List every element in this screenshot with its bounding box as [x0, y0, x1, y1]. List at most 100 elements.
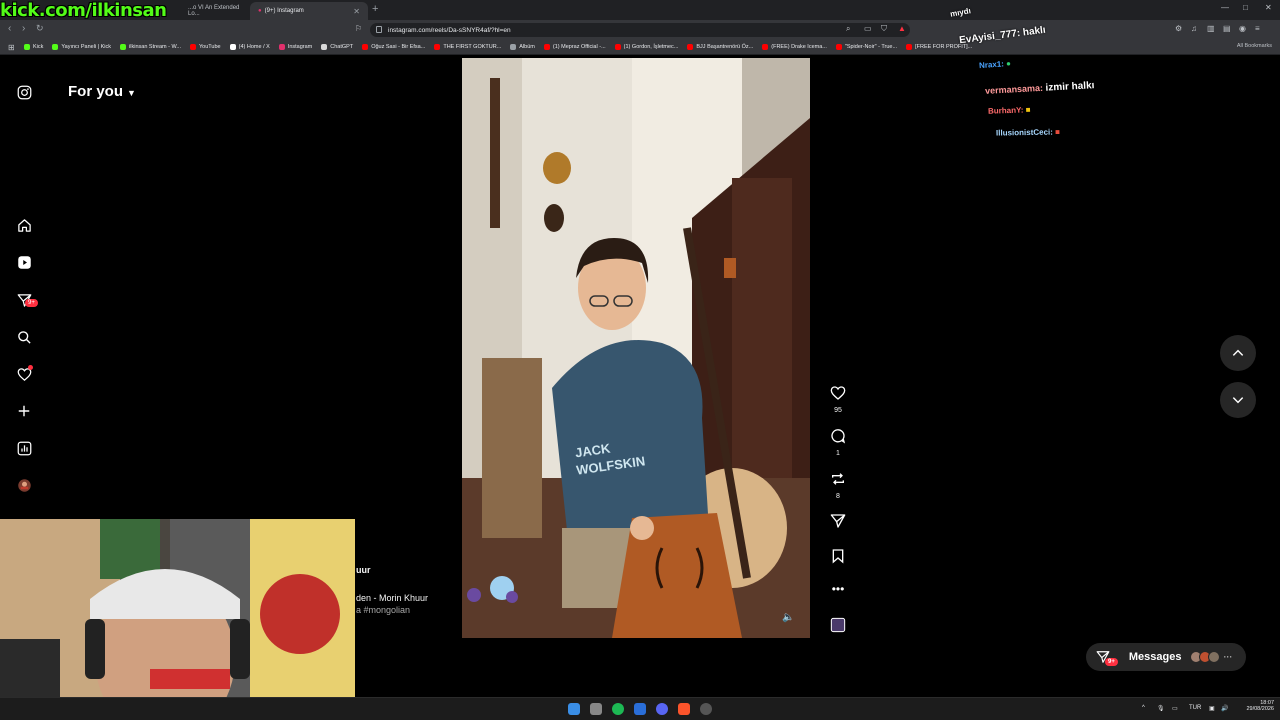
- bookmark-label: ChatGPT: [330, 44, 354, 50]
- mic-icon[interactable]: 🎙: [1157, 705, 1165, 712]
- volume-icon[interactable]: 🔊: [1221, 705, 1228, 712]
- instagram-favicon-icon: ●: [258, 8, 262, 14]
- close-tab-icon[interactable]: ✕: [353, 7, 360, 16]
- more-options-icon[interactable]: •••: [826, 582, 850, 596]
- like-count: 95: [834, 407, 842, 414]
- browser-tab-active[interactable]: ● (9+) Instagram ✕: [250, 2, 368, 20]
- bookmark-favicon-icon: [434, 44, 441, 50]
- bookmark-label: YouTube: [199, 44, 221, 50]
- audio-thumbnail[interactable]: [826, 617, 850, 638]
- bookmark-item[interactable]: (4) Home / X: [229, 44, 270, 50]
- create-icon[interactable]: [16, 403, 32, 419]
- bookmark-favicon-icon: [278, 44, 285, 50]
- home-icon[interactable]: [16, 217, 32, 233]
- clock[interactable]: 18:07 29/08/2026: [1244, 700, 1274, 712]
- heart-icon: [830, 386, 846, 400]
- comment-count: 1: [836, 450, 840, 457]
- file-explorer-icon[interactable]: [590, 703, 602, 715]
- sticker-overlay: [462, 575, 522, 605]
- chat-message: vermansama: izmir halkı: [984, 80, 1095, 96]
- discord-icon[interactable]: [656, 703, 668, 715]
- screen-icon[interactable]: ▭: [864, 24, 872, 33]
- obs-icon[interactable]: [700, 703, 712, 715]
- instagram-logo-icon[interactable]: [16, 84, 32, 100]
- bookmark-item[interactable]: (1) Gordon, İşletmec...: [614, 44, 679, 50]
- chat-message: mıydı: [949, 6, 972, 19]
- bookmark-favicon-icon: [229, 44, 236, 50]
- shield-icon[interactable]: ⛉: [881, 24, 887, 34]
- bookmark-item[interactable]: YouTube: [190, 44, 221, 50]
- tray-chevron-icon[interactable]: ^: [1142, 705, 1145, 711]
- start-icon[interactable]: [568, 703, 580, 715]
- back-icon[interactable]: ‹: [8, 23, 11, 34]
- app-icon[interactable]: [634, 703, 646, 715]
- next-reel-button[interactable]: [1220, 382, 1256, 418]
- bookmark-item[interactable]: Yayıncı Paneli | Kick: [52, 44, 111, 50]
- brave-icon[interactable]: [678, 703, 690, 715]
- previous-reel-button[interactable]: [1220, 335, 1256, 371]
- more-icon: ···: [1223, 652, 1233, 662]
- bookmark-item[interactable]: Kick: [24, 44, 43, 50]
- bookmark-item[interactable]: "Spider-Noir" - True...: [835, 44, 897, 50]
- share-button[interactable]: [826, 513, 850, 534]
- bookmark-item[interactable]: Oğuz Sasi - Bir Efsa...: [362, 44, 425, 50]
- bookmark-item[interactable]: Instagram: [278, 44, 312, 50]
- messages-button[interactable]: 9+ Messages ···: [1086, 643, 1246, 671]
- chevron-down-icon: ▼: [127, 88, 136, 98]
- reel-video[interactable]: JACK WOLFSKIN 🔈: [462, 58, 810, 638]
- messages-label: Messages: [1128, 651, 1182, 663]
- spotify-icon[interactable]: [612, 703, 624, 715]
- tab-title: ...o VI An Extended Lo...: [188, 5, 240, 17]
- bookmark-item[interactable]: (FREE) Drake Icema...: [762, 44, 827, 50]
- mute-icon[interactable]: 🔈: [782, 612, 794, 623]
- repost-count: 8: [836, 493, 840, 500]
- comment-button[interactable]: 1: [826, 428, 850, 457]
- bookmark-item[interactable]: THE FIRST GOKTUR...: [434, 44, 501, 50]
- language-indicator[interactable]: TUR: [1189, 705, 1201, 711]
- bookmark-favicon-icon: [543, 44, 550, 50]
- reload-icon[interactable]: ↻: [36, 23, 44, 34]
- lock-icon: [376, 26, 382, 33]
- bookmark-favicon-icon: [24, 44, 30, 50]
- apps-grid-icon[interactable]: ⊞: [8, 43, 15, 52]
- save-button[interactable]: [826, 548, 850, 569]
- reels-icon[interactable]: [16, 254, 32, 270]
- bookmark-favicon-icon: [362, 44, 369, 50]
- bookmark-item[interactable]: (1) Mepraz Official -...: [543, 44, 606, 50]
- bookmark-favicon-icon: [190, 44, 196, 50]
- reel-caption-title: uur: [356, 565, 371, 575]
- repost-button[interactable]: 8: [826, 471, 850, 500]
- search-icon[interactable]: [16, 329, 32, 345]
- tab-title: (9+) Instagram: [264, 8, 304, 14]
- bookmark-favicon-icon: [321, 44, 328, 50]
- like-button[interactable]: 95: [826, 385, 850, 414]
- warning-icon[interactable]: ▲: [898, 24, 906, 33]
- bookmark-label: BJJ Başantrenörü Öz...: [696, 44, 754, 50]
- forward-icon[interactable]: ›: [22, 23, 25, 34]
- reel-caption-song: den - Morin Khuur: [356, 593, 429, 603]
- bookmark-label: Kick: [33, 44, 44, 50]
- bookmark-icon: [832, 549, 844, 564]
- network-icon[interactable]: ▣: [1209, 705, 1215, 712]
- message-avatars: ···: [1190, 651, 1233, 663]
- bookmark-item[interactable]: BJJ Başantrenörü Öz...: [687, 44, 753, 50]
- bookmark-page-icon[interactable]: ⚐: [355, 24, 362, 33]
- bookmark-favicon-icon: [52, 44, 59, 50]
- activity-dot: [28, 365, 33, 370]
- feed-selector[interactable]: For you ▼: [68, 83, 136, 100]
- zoom-icon[interactable]: ⌕: [846, 24, 850, 34]
- screen-icon[interactable]: ▭: [1172, 705, 1178, 712]
- browser-tab[interactable]: ...o VI An Extended Lo...: [180, 2, 250, 20]
- bookmark-label: Albüm: [519, 44, 535, 50]
- new-tab-button[interactable]: +: [372, 3, 378, 15]
- bookmark-item[interactable]: ilkinsan Stream - W...: [120, 44, 181, 50]
- heart-icon[interactable]: [16, 365, 33, 382]
- bookmark-item[interactable]: ChatGPT: [321, 44, 353, 50]
- dashboard-icon[interactable]: [16, 440, 32, 456]
- profile-avatar-icon[interactable]: [16, 477, 32, 493]
- chat-message: BurhanY: ■: [987, 105, 1031, 116]
- url-input[interactable]: instagram.com/reels/Da-sSNYR4af/?hl=en: [370, 23, 910, 37]
- bookmark-favicon-icon: [762, 44, 769, 50]
- bookmark-item[interactable]: Albüm: [510, 44, 535, 50]
- bookmark-label: (1) Gordon, İşletmec...: [623, 44, 679, 50]
